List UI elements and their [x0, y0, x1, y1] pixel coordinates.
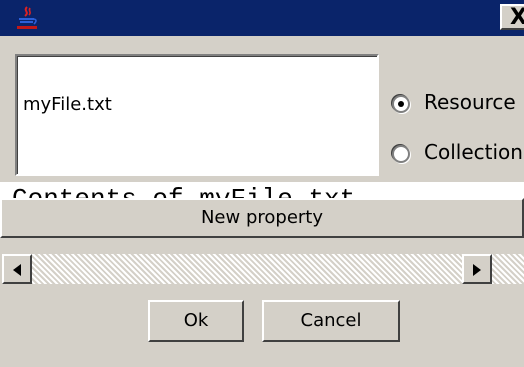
horizontal-scrollbar[interactable]: [2, 254, 524, 284]
ok-button[interactable]: Ok: [148, 300, 244, 342]
java-cup-icon: [17, 6, 37, 29]
arrow-left-icon: [13, 264, 21, 276]
new-property-button[interactable]: New property: [0, 198, 524, 238]
radio-collection-label: Collection: [424, 140, 523, 164]
title-bar: X: [0, 0, 524, 36]
scroll-left-button[interactable]: [2, 254, 32, 284]
name-field-value: myFile.txt: [23, 94, 112, 115]
radio-resource-label: Resource: [424, 90, 516, 114]
cancel-button[interactable]: Cancel: [262, 300, 400, 342]
arrow-right-icon: [473, 264, 481, 276]
name-field[interactable]: myFile.txt: [15, 54, 379, 176]
radio-circle-resource[interactable]: [392, 95, 410, 113]
radio-selected-dot: [398, 101, 404, 107]
close-button[interactable]: X: [500, 4, 524, 30]
scroll-right-button[interactable]: [462, 254, 492, 284]
close-icon: X: [510, 5, 524, 30]
radio-circle-collection[interactable]: [392, 145, 410, 163]
